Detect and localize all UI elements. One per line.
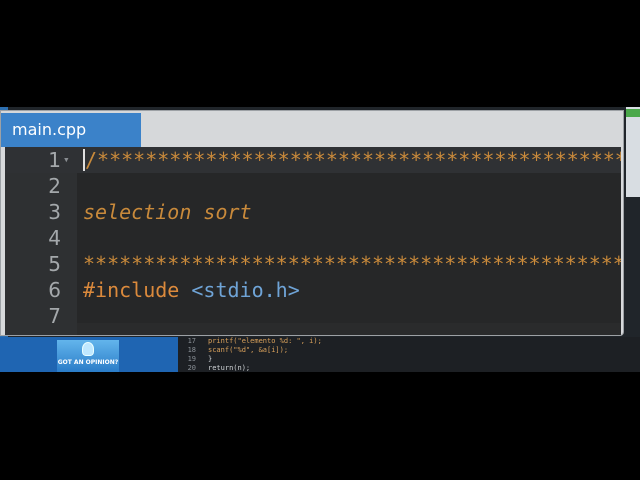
background-code-line: 17 printf("elemento %d: ", i); xyxy=(187,337,322,345)
include-path: <stdio.h> xyxy=(191,278,300,302)
tab-main-cpp[interactable]: main.cpp xyxy=(1,113,141,147)
code-line-3[interactable]: 3 selection sort xyxy=(5,199,621,225)
editor-tab-bar: main.cpp xyxy=(1,111,623,147)
cut-off-next-line xyxy=(77,323,621,335)
line-number: 5 xyxy=(48,252,61,276)
code-line-6[interactable]: 6 #include <stdio.h> xyxy=(5,277,621,303)
code-text: ****************************************… xyxy=(83,252,621,276)
code-area[interactable]: 1 ▾ /***********************************… xyxy=(5,147,621,335)
background-code-line: 18 scanf("%d", &a[i]); xyxy=(187,346,289,354)
code-line-2[interactable]: 2 xyxy=(5,173,621,199)
code-line-4[interactable]: 4 xyxy=(5,225,621,251)
preprocessor-keyword: #include xyxy=(83,278,180,302)
line-number: 6 xyxy=(48,278,61,302)
line-number: 2 xyxy=(48,174,61,198)
code-editor-window: main.cpp 1 ▾ /**************************… xyxy=(0,110,624,336)
fold-arrow-icon[interactable]: ▾ xyxy=(63,147,70,173)
line-number: 3 xyxy=(48,200,61,224)
code-line-1[interactable]: 1 ▾ /***********************************… xyxy=(5,147,621,173)
background-right-panel xyxy=(626,107,640,197)
code-line-5[interactable]: 5 **************************************… xyxy=(5,251,621,277)
background-code-line: 19 } xyxy=(187,355,213,363)
line-number: 4 xyxy=(48,226,61,250)
code-text: /***************************************… xyxy=(85,148,621,172)
lightbulb-icon xyxy=(82,342,94,356)
opinion-ad-banner[interactable]: GOT AN OPINION? xyxy=(57,340,119,372)
code-text: selection sort xyxy=(83,200,252,224)
line-number: 7 xyxy=(48,304,61,328)
line-number: 1 xyxy=(48,148,61,172)
background-code-view: 17 printf("elemento %d: ", i); 18 scanf(… xyxy=(178,337,640,372)
background-green-indicator xyxy=(626,109,640,117)
ad-text: GOT AN OPINION? xyxy=(57,359,119,366)
background-code-line: 20 return(n); xyxy=(187,364,251,372)
